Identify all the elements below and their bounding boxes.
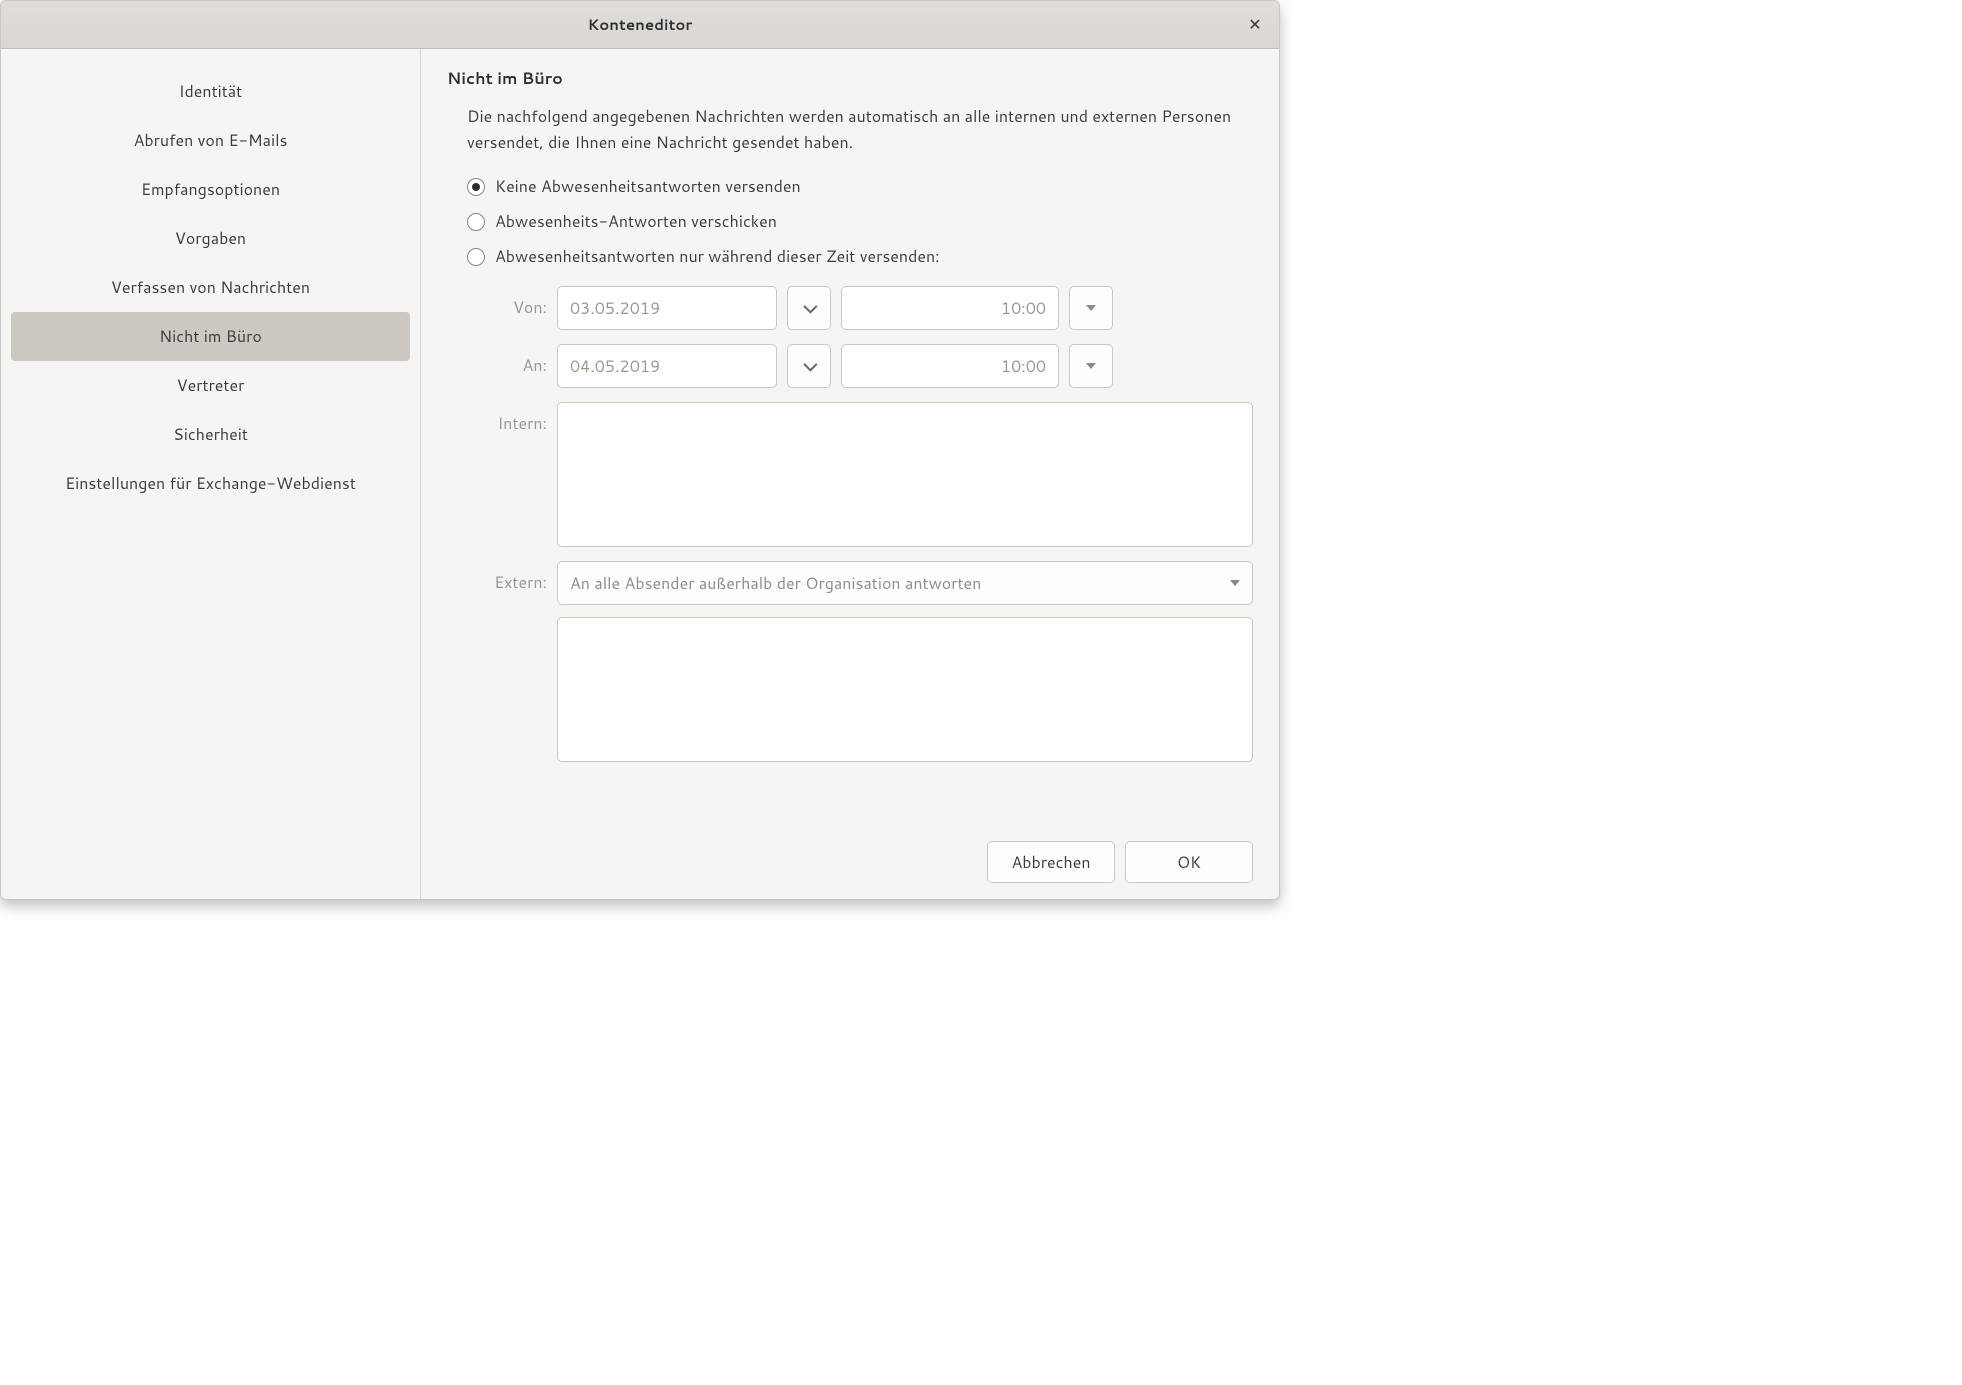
external-wrap: An alle Absender außerhalb der Organisat… bbox=[557, 561, 1253, 762]
sidebar-item-fetch-mail[interactable]: Abrufen von E-Mails bbox=[1, 116, 420, 165]
sidebar-item-label: Abrufen von E-Mails bbox=[134, 129, 288, 152]
to-time-picker-button[interactable] bbox=[1069, 344, 1113, 388]
sidebar-item-label: Identität bbox=[179, 80, 242, 103]
from-label: Von: bbox=[467, 286, 547, 319]
to-time-input[interactable]: 10:00 bbox=[841, 344, 1059, 388]
account-editor-window: Konteneditor ✕ Identität Abrufen von E-M… bbox=[0, 0, 1280, 900]
from-date-value: 03.05.2019 bbox=[570, 297, 660, 320]
cancel-label: Abbrechen bbox=[1011, 851, 1090, 874]
ok-button[interactable]: OK bbox=[1125, 841, 1253, 883]
sidebar-item-label: Verfassen von Nachrichten bbox=[111, 276, 310, 299]
sidebar-item-delegates[interactable]: Vertreter bbox=[1, 361, 420, 410]
sidebar-item-label: Sicherheit bbox=[173, 423, 248, 446]
to-row: 04.05.2019 10:00 bbox=[557, 344, 1253, 388]
radio-label: Abwesenheits-Antworten verschicken bbox=[495, 210, 777, 233]
internal-textarea-wrap bbox=[557, 402, 1253, 547]
from-time-input[interactable]: 10:00 bbox=[841, 286, 1059, 330]
caret-down-icon bbox=[1086, 363, 1096, 369]
internal-label: Intern: bbox=[467, 402, 547, 435]
to-time-value: 10:00 bbox=[1001, 355, 1046, 378]
radio-send-during-period[interactable]: Abwesenheitsantworten nur während dieser… bbox=[467, 245, 1253, 268]
to-date-picker-button[interactable] bbox=[787, 344, 831, 388]
window-title: Konteneditor bbox=[1, 14, 1279, 35]
sidebar-item-compose[interactable]: Verfassen von Nachrichten bbox=[1, 263, 420, 312]
caret-down-icon bbox=[1086, 305, 1096, 311]
caret-down-icon bbox=[1230, 580, 1240, 586]
internal-message-textarea[interactable] bbox=[557, 402, 1253, 547]
to-date-input[interactable]: 04.05.2019 bbox=[557, 344, 777, 388]
footer: Abbrechen OK bbox=[447, 825, 1253, 883]
sidebar-item-defaults[interactable]: Vorgaben bbox=[1, 214, 420, 263]
sidebar-item-label: Einstellungen für Exchange-Webdienst bbox=[65, 472, 356, 495]
section-description: Die nachfolgend angegebenen Nachrichten … bbox=[467, 104, 1253, 155]
radio-label: Abwesenheitsantworten nur während dieser… bbox=[495, 245, 940, 268]
sidebar-item-identity[interactable]: Identität bbox=[1, 67, 420, 116]
titlebar: Konteneditor ✕ bbox=[1, 1, 1279, 49]
from-date-picker-button[interactable] bbox=[787, 286, 831, 330]
close-button[interactable]: ✕ bbox=[1241, 11, 1269, 39]
to-label: An: bbox=[467, 344, 547, 377]
radio-icon bbox=[467, 178, 485, 196]
sidebar-item-label: Vertreter bbox=[177, 374, 245, 397]
main-pane: Nicht im Büro Die nachfolgend angegebene… bbox=[421, 49, 1279, 899]
sidebar-item-label: Vorgaben bbox=[175, 227, 246, 250]
from-row: 03.05.2019 10:00 bbox=[557, 286, 1253, 330]
close-icon: ✕ bbox=[1248, 13, 1261, 36]
from-time-picker-button[interactable] bbox=[1069, 286, 1113, 330]
sidebar-item-receive-options[interactable]: Empfangsoptionen bbox=[1, 165, 420, 214]
radio-label: Keine Abwesenheitsantworten versenden bbox=[495, 175, 801, 198]
sidebar-item-security[interactable]: Sicherheit bbox=[1, 410, 420, 459]
radio-send-replies[interactable]: Abwesenheits-Antworten verschicken bbox=[467, 210, 1253, 233]
form-grid: Von: 03.05.2019 10:00 An: bbox=[467, 286, 1253, 762]
from-date-input[interactable]: 03.05.2019 bbox=[557, 286, 777, 330]
external-audience-select[interactable]: An alle Absender außerhalb der Organisat… bbox=[557, 561, 1253, 605]
chevron-down-icon bbox=[803, 300, 817, 314]
body: Identität Abrufen von E-Mails Empfangsop… bbox=[1, 49, 1279, 899]
chevron-down-icon bbox=[803, 358, 817, 372]
radio-icon bbox=[467, 248, 485, 266]
radio-no-replies[interactable]: Keine Abwesenheitsantworten versenden bbox=[467, 175, 1253, 198]
sidebar-item-label: Empfangsoptionen bbox=[141, 178, 280, 201]
sidebar: Identität Abrufen von E-Mails Empfangsop… bbox=[1, 49, 421, 899]
sidebar-item-exchange-settings[interactable]: Einstellungen für Exchange-Webdienst bbox=[1, 459, 420, 508]
radio-icon bbox=[467, 213, 485, 231]
section-heading: Nicht im Büro bbox=[447, 67, 1253, 90]
ok-label: OK bbox=[1177, 851, 1201, 874]
external-label: Extern: bbox=[467, 561, 547, 594]
to-date-value: 04.05.2019 bbox=[570, 355, 660, 378]
external-message-textarea[interactable] bbox=[557, 617, 1253, 762]
from-time-value: 10:00 bbox=[1001, 297, 1046, 320]
sidebar-item-label: Nicht im Büro bbox=[159, 325, 262, 348]
cancel-button[interactable]: Abbrechen bbox=[987, 841, 1115, 883]
sidebar-item-out-of-office[interactable]: Nicht im Büro bbox=[11, 312, 410, 361]
external-select-value: An alle Absender außerhalb der Organisat… bbox=[570, 572, 981, 595]
